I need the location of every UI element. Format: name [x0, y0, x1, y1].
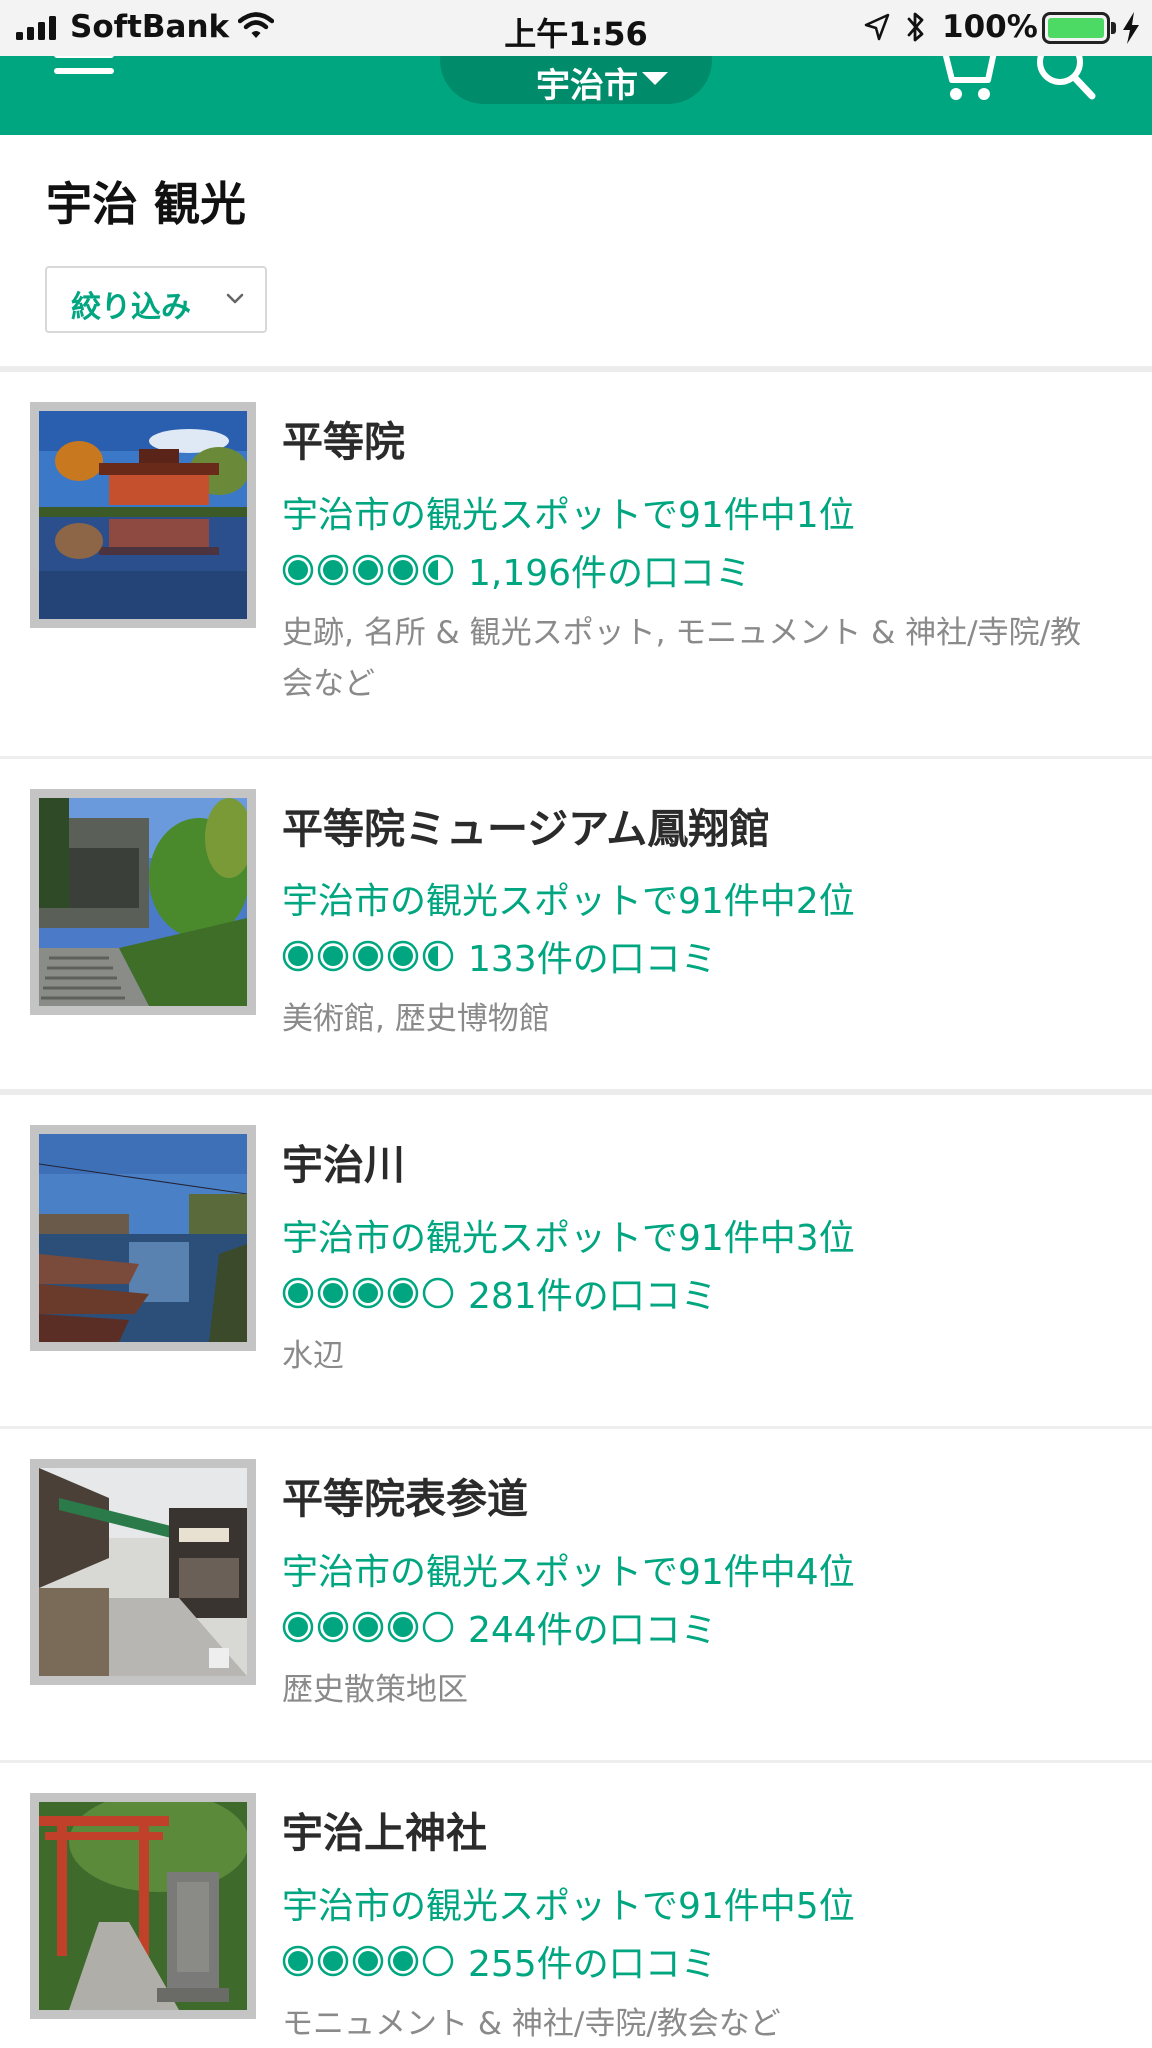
- bubble-full-icon: [282, 1277, 314, 1309]
- bubble-full-icon: [317, 1945, 349, 1977]
- item-thumbnail[interactable]: [30, 1125, 256, 1351]
- item-rank: 宇治市の観光スポットで91件中4位: [282, 1552, 855, 1593]
- item-rating: 133件の口コミ: [282, 938, 717, 980]
- bubble-full-icon: [317, 1277, 349, 1309]
- bubble-full-icon: [317, 940, 349, 972]
- item-rating: 281件の口コミ: [282, 1275, 717, 1317]
- bubble-half-icon: [422, 940, 454, 972]
- bubble-full-icon: [387, 1277, 419, 1309]
- top-bar: 宇治市: [0, 56, 1152, 135]
- list-item[interactable]: 平等院表参道 宇治市の観光スポットで91件中4位 244件の口コミ 歴史散策地区: [0, 1429, 1152, 1760]
- battery-percent: 100%: [942, 9, 1038, 45]
- bubble-full-icon: [387, 940, 419, 972]
- bubble-full-icon: [282, 940, 314, 972]
- bubble-full-icon: [352, 1277, 384, 1309]
- list-item[interactable]: 宇治上神社 宇治市の観光スポットで91件中5位 255件の口コミ モニュメント …: [0, 1763, 1152, 2048]
- river-photo: [39, 1134, 247, 1342]
- item-rank: 宇治市の観光スポットで91件中1位: [282, 495, 855, 536]
- item-tags: 歴史散策地区: [282, 1672, 468, 1708]
- battery-cap: [1111, 22, 1116, 34]
- bubble-full-icon: [282, 1611, 314, 1643]
- item-tags: 水辺: [282, 1338, 344, 1374]
- page-title: 宇治 観光: [46, 177, 247, 231]
- bubble-full-icon: [282, 1945, 314, 1977]
- bubble-full-icon: [387, 554, 419, 586]
- shrine-photo: [39, 1802, 247, 2010]
- bubble-full-icon: [317, 1611, 349, 1643]
- review-count[interactable]: 133件の口コミ: [468, 930, 717, 982]
- review-count[interactable]: 281件の口コミ: [468, 1267, 717, 1319]
- item-tags: 史跡, 名所 & 観光スポット, モニュメント & 神社/寺院/教会など: [282, 615, 1082, 702]
- bubble-full-icon: [387, 1611, 419, 1643]
- item-thumbnail[interactable]: [30, 402, 256, 628]
- filter-label: 絞り込み: [71, 290, 191, 325]
- review-count[interactable]: 255件の口コミ: [468, 1935, 717, 1987]
- item-rank: 宇治市の観光スポットで91件中2位: [282, 881, 855, 922]
- item-rank: 宇治市の観光スポットで91件中3位: [282, 1218, 855, 1259]
- bubble-half-icon: [422, 554, 454, 586]
- charging-bolt-icon: [1123, 12, 1139, 44]
- item-tags: 美術館, 歴史博物館: [282, 1001, 550, 1037]
- rating-bubbles: [282, 1611, 454, 1643]
- museum-photo: [39, 798, 247, 1006]
- bubble-full-icon: [317, 554, 349, 586]
- chevron-down-icon: [642, 72, 668, 85]
- item-thumbnail[interactable]: [30, 1793, 256, 2019]
- street-photo: [39, 1468, 247, 1676]
- rating-bubbles: [282, 554, 454, 586]
- bubble-empty-icon: [422, 1611, 454, 1643]
- search-icon[interactable]: [1034, 56, 1098, 104]
- item-rating: 255件の口コミ: [282, 1943, 717, 1985]
- item-rank: 宇治市の観光スポットで91件中5位: [282, 1886, 855, 1927]
- item-title[interactable]: 平等院: [282, 408, 405, 468]
- item-rating: 1,196件の口コミ: [282, 552, 751, 594]
- review-count[interactable]: 244件の口コミ: [468, 1601, 717, 1653]
- bubble-full-icon: [352, 554, 384, 586]
- location-arrow-icon: [864, 13, 890, 41]
- list-item[interactable]: 平等院ミュージアム鳳翔館 宇治市の観光スポットで91件中2位 133件の口コミ …: [0, 759, 1152, 1089]
- list-item[interactable]: 平等院 宇治市の観光スポットで91件中1位 1,196件の口コミ 史跡, 名所 …: [0, 372, 1152, 756]
- rating-bubbles: [282, 1945, 454, 1977]
- bubble-full-icon: [352, 1611, 384, 1643]
- item-title[interactable]: 宇治上神社: [282, 1799, 487, 1859]
- filter-button[interactable]: 絞り込み: [45, 266, 267, 333]
- bubble-empty-icon: [422, 1945, 454, 1977]
- geo-selector[interactable]: 宇治市: [440, 56, 712, 106]
- bubble-full-icon: [352, 1945, 384, 1977]
- bubble-full-icon: [352, 940, 384, 972]
- item-rating: 244件の口コミ: [282, 1609, 717, 1651]
- menu-icon[interactable]: [54, 56, 114, 86]
- battery-icon: [1042, 12, 1110, 44]
- review-count[interactable]: 1,196件の口コミ: [468, 544, 751, 596]
- rating-bubbles: [282, 1277, 454, 1309]
- bubble-full-icon: [387, 1945, 419, 1977]
- item-title[interactable]: 平等院ミュージアム鳳翔館: [282, 795, 770, 855]
- item-title[interactable]: 宇治川: [282, 1131, 405, 1191]
- item-title[interactable]: 平等院表参道: [282, 1465, 528, 1525]
- item-thumbnail[interactable]: [30, 1459, 256, 1685]
- item-tags: モニュメント & 神社/寺院/教会など: [282, 2006, 781, 2042]
- rating-bubbles: [282, 940, 454, 972]
- battery-level: [1048, 18, 1104, 38]
- chevron-down-icon: [226, 293, 244, 304]
- cart-icon[interactable]: [932, 56, 998, 104]
- item-thumbnail[interactable]: [30, 789, 256, 1015]
- bubble-full-icon: [282, 554, 314, 586]
- bubble-empty-icon: [422, 1277, 454, 1309]
- list-item[interactable]: 宇治川 宇治市の観光スポットで91件中3位 281件の口コミ 水辺: [0, 1095, 1152, 1426]
- bluetooth-icon: [907, 12, 924, 42]
- temple-photo: [39, 411, 247, 619]
- status-bar: SoftBank 上午1:56 100%: [0, 0, 1152, 56]
